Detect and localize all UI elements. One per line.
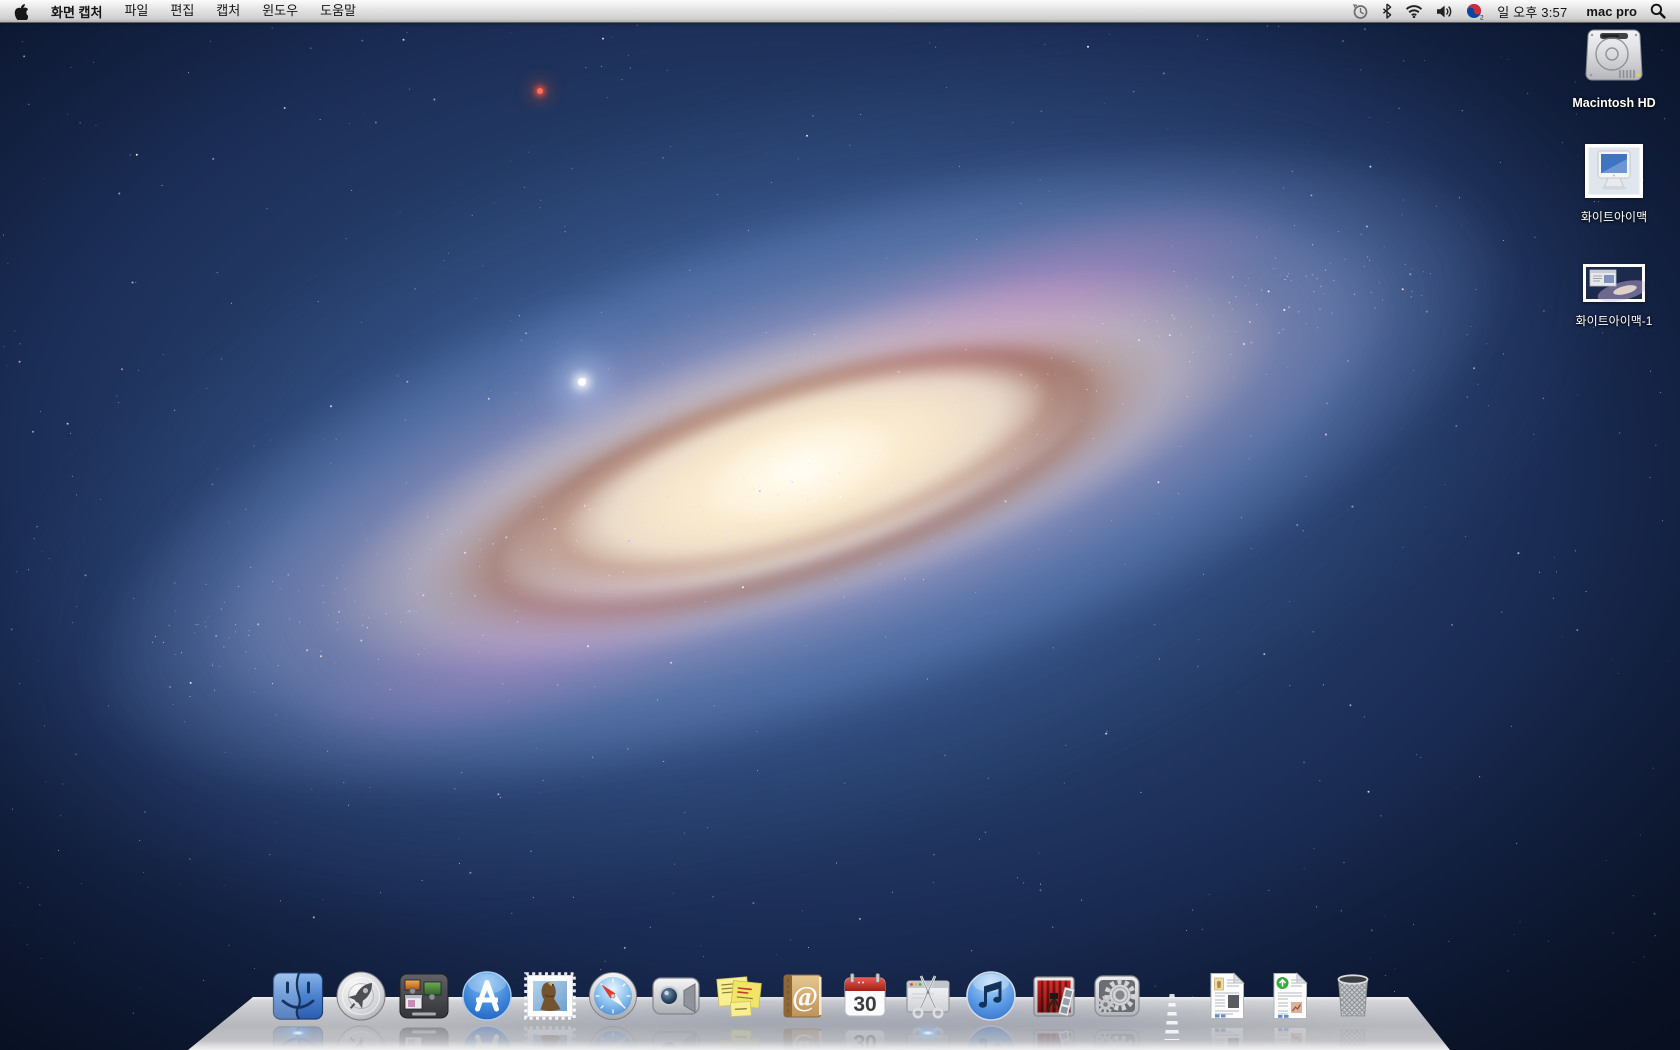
spotlight-icon bbox=[1650, 3, 1666, 19]
desktop-icon-label: 화이트아이맥 bbox=[1554, 208, 1674, 225]
hard-drive-icon bbox=[1582, 26, 1646, 86]
dock: @ 30 bbox=[272, 970, 1379, 1022]
time-machine-menu[interactable] bbox=[1352, 3, 1369, 20]
desktop-icon-label: 화이트아이맥-1 bbox=[1554, 312, 1674, 329]
running-indicator bbox=[920, 1030, 936, 1036]
dock-item-system-preferences[interactable] bbox=[1091, 970, 1143, 1022]
dock-item-photo-booth[interactable] bbox=[1028, 970, 1080, 1022]
wifi-icon bbox=[1405, 4, 1423, 18]
photo-booth-icon bbox=[1028, 970, 1080, 1022]
dock-item-safari[interactable] bbox=[587, 970, 639, 1022]
image-file-icon bbox=[1583, 264, 1645, 302]
dock-item-mail[interactable] bbox=[524, 970, 576, 1022]
svg-text:2: 2 bbox=[1480, 14, 1484, 20]
menu-bar-clock[interactable]: 일 오후 3:57 bbox=[1497, 2, 1567, 21]
menu-capture[interactable]: 캡처 bbox=[205, 0, 251, 22]
dock-item-trash[interactable] bbox=[1327, 970, 1379, 1022]
desktop-icon-white-imac-1[interactable]: 화이트아이맥-1 bbox=[1554, 264, 1674, 329]
volume-menu[interactable] bbox=[1436, 4, 1453, 19]
bluetooth-icon bbox=[1382, 3, 1392, 19]
menu-help[interactable]: 도움말 bbox=[309, 0, 367, 22]
fast-user-switching-menu[interactable]: mac pro bbox=[1586, 4, 1637, 19]
dock-item-facetime[interactable] bbox=[650, 970, 702, 1022]
menu-edit[interactable]: 편집 bbox=[159, 0, 205, 22]
wifi-menu[interactable] bbox=[1405, 4, 1423, 18]
dock-item-document-1[interactable] bbox=[1201, 970, 1253, 1022]
svg-text:@: @ bbox=[792, 982, 818, 1013]
desktop-wallpaper bbox=[0, 0, 1680, 1050]
app-store-icon bbox=[461, 970, 513, 1022]
launchpad-icon bbox=[335, 970, 387, 1022]
desktop-icon-white-imac[interactable]: 화이트아이맥 bbox=[1554, 144, 1674, 225]
safari-icon bbox=[587, 970, 639, 1022]
vignette bbox=[0, 0, 1680, 1050]
dock-item-grab[interactable] bbox=[902, 970, 954, 1022]
desktop-icon-macintosh-hd[interactable]: Macintosh HD bbox=[1554, 26, 1674, 110]
separator-dashes bbox=[1165, 994, 1180, 1040]
mail-icon bbox=[524, 970, 576, 1022]
dock-item-finder[interactable] bbox=[272, 970, 324, 1022]
stickies-icon bbox=[713, 970, 765, 1022]
apple-menu[interactable] bbox=[14, 3, 28, 20]
menu-bar-left: 화면 캡처 파일 편집 캡처 윈도우 도움말 bbox=[0, 0, 367, 22]
document-icon bbox=[1264, 970, 1316, 1022]
apple-icon bbox=[14, 3, 28, 20]
menu-bar-status: 2 일 오후 3:57 mac pro bbox=[1352, 0, 1680, 22]
system-preferences-icon bbox=[1091, 970, 1143, 1022]
dock-item-app-store[interactable] bbox=[461, 970, 513, 1022]
volume-icon bbox=[1436, 4, 1453, 19]
image-file-icon bbox=[1585, 144, 1643, 198]
dock-item-launchpad[interactable] bbox=[335, 970, 387, 1022]
desktop-icon-label: Macintosh HD bbox=[1554, 96, 1674, 110]
trash-icon bbox=[1327, 970, 1379, 1022]
dock-item-ical[interactable]: 30 bbox=[839, 970, 891, 1022]
bluetooth-menu[interactable] bbox=[1382, 3, 1392, 19]
dock-item-document-2[interactable] bbox=[1264, 970, 1316, 1022]
menu-file[interactable]: 파일 bbox=[113, 0, 159, 22]
time-machine-icon bbox=[1352, 3, 1369, 20]
running-indicator bbox=[290, 1030, 306, 1036]
korean-flag-input-icon: 2 bbox=[1466, 3, 1484, 20]
input-source-menu[interactable]: 2 bbox=[1466, 3, 1484, 20]
finder-icon bbox=[272, 970, 324, 1022]
itunes-icon bbox=[965, 970, 1017, 1022]
dock-item-itunes[interactable] bbox=[965, 970, 1017, 1022]
svg-text:30: 30 bbox=[853, 993, 876, 1016]
grab-icon bbox=[902, 970, 954, 1022]
app-menu-title[interactable]: 화면 캡처 bbox=[40, 2, 113, 21]
dock-item-stickies[interactable] bbox=[713, 970, 765, 1022]
ical-icon: 30 bbox=[839, 970, 891, 1022]
menu-bar: 화면 캡처 파일 편집 캡처 윈도우 도움말 bbox=[0, 0, 1680, 23]
menu-window[interactable]: 윈도우 bbox=[251, 0, 309, 22]
facetime-icon bbox=[650, 970, 702, 1022]
dock-item-address-book[interactable]: @ bbox=[776, 970, 828, 1022]
mission-control-icon bbox=[398, 970, 450, 1022]
document-icon bbox=[1201, 970, 1253, 1022]
desktop-screen: { "menu_bar": { "apple_icon": "apple-ico… bbox=[0, 0, 1680, 1050]
spotlight-menu[interactable] bbox=[1650, 3, 1666, 19]
dock-separator bbox=[1154, 970, 1190, 1022]
dock-item-mission-control[interactable] bbox=[398, 970, 450, 1022]
address-book-icon: @ bbox=[776, 970, 828, 1022]
